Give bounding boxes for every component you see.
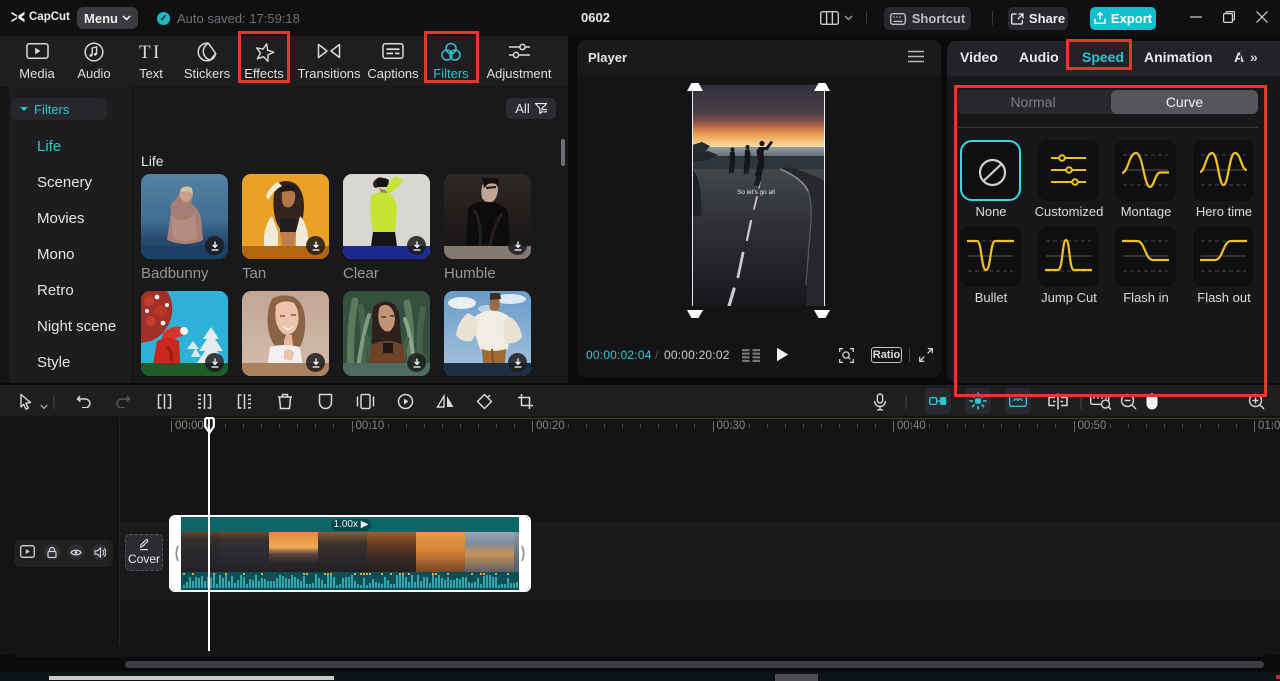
svg-text:T: T	[139, 42, 151, 61]
svg-text:I: I	[153, 42, 159, 61]
